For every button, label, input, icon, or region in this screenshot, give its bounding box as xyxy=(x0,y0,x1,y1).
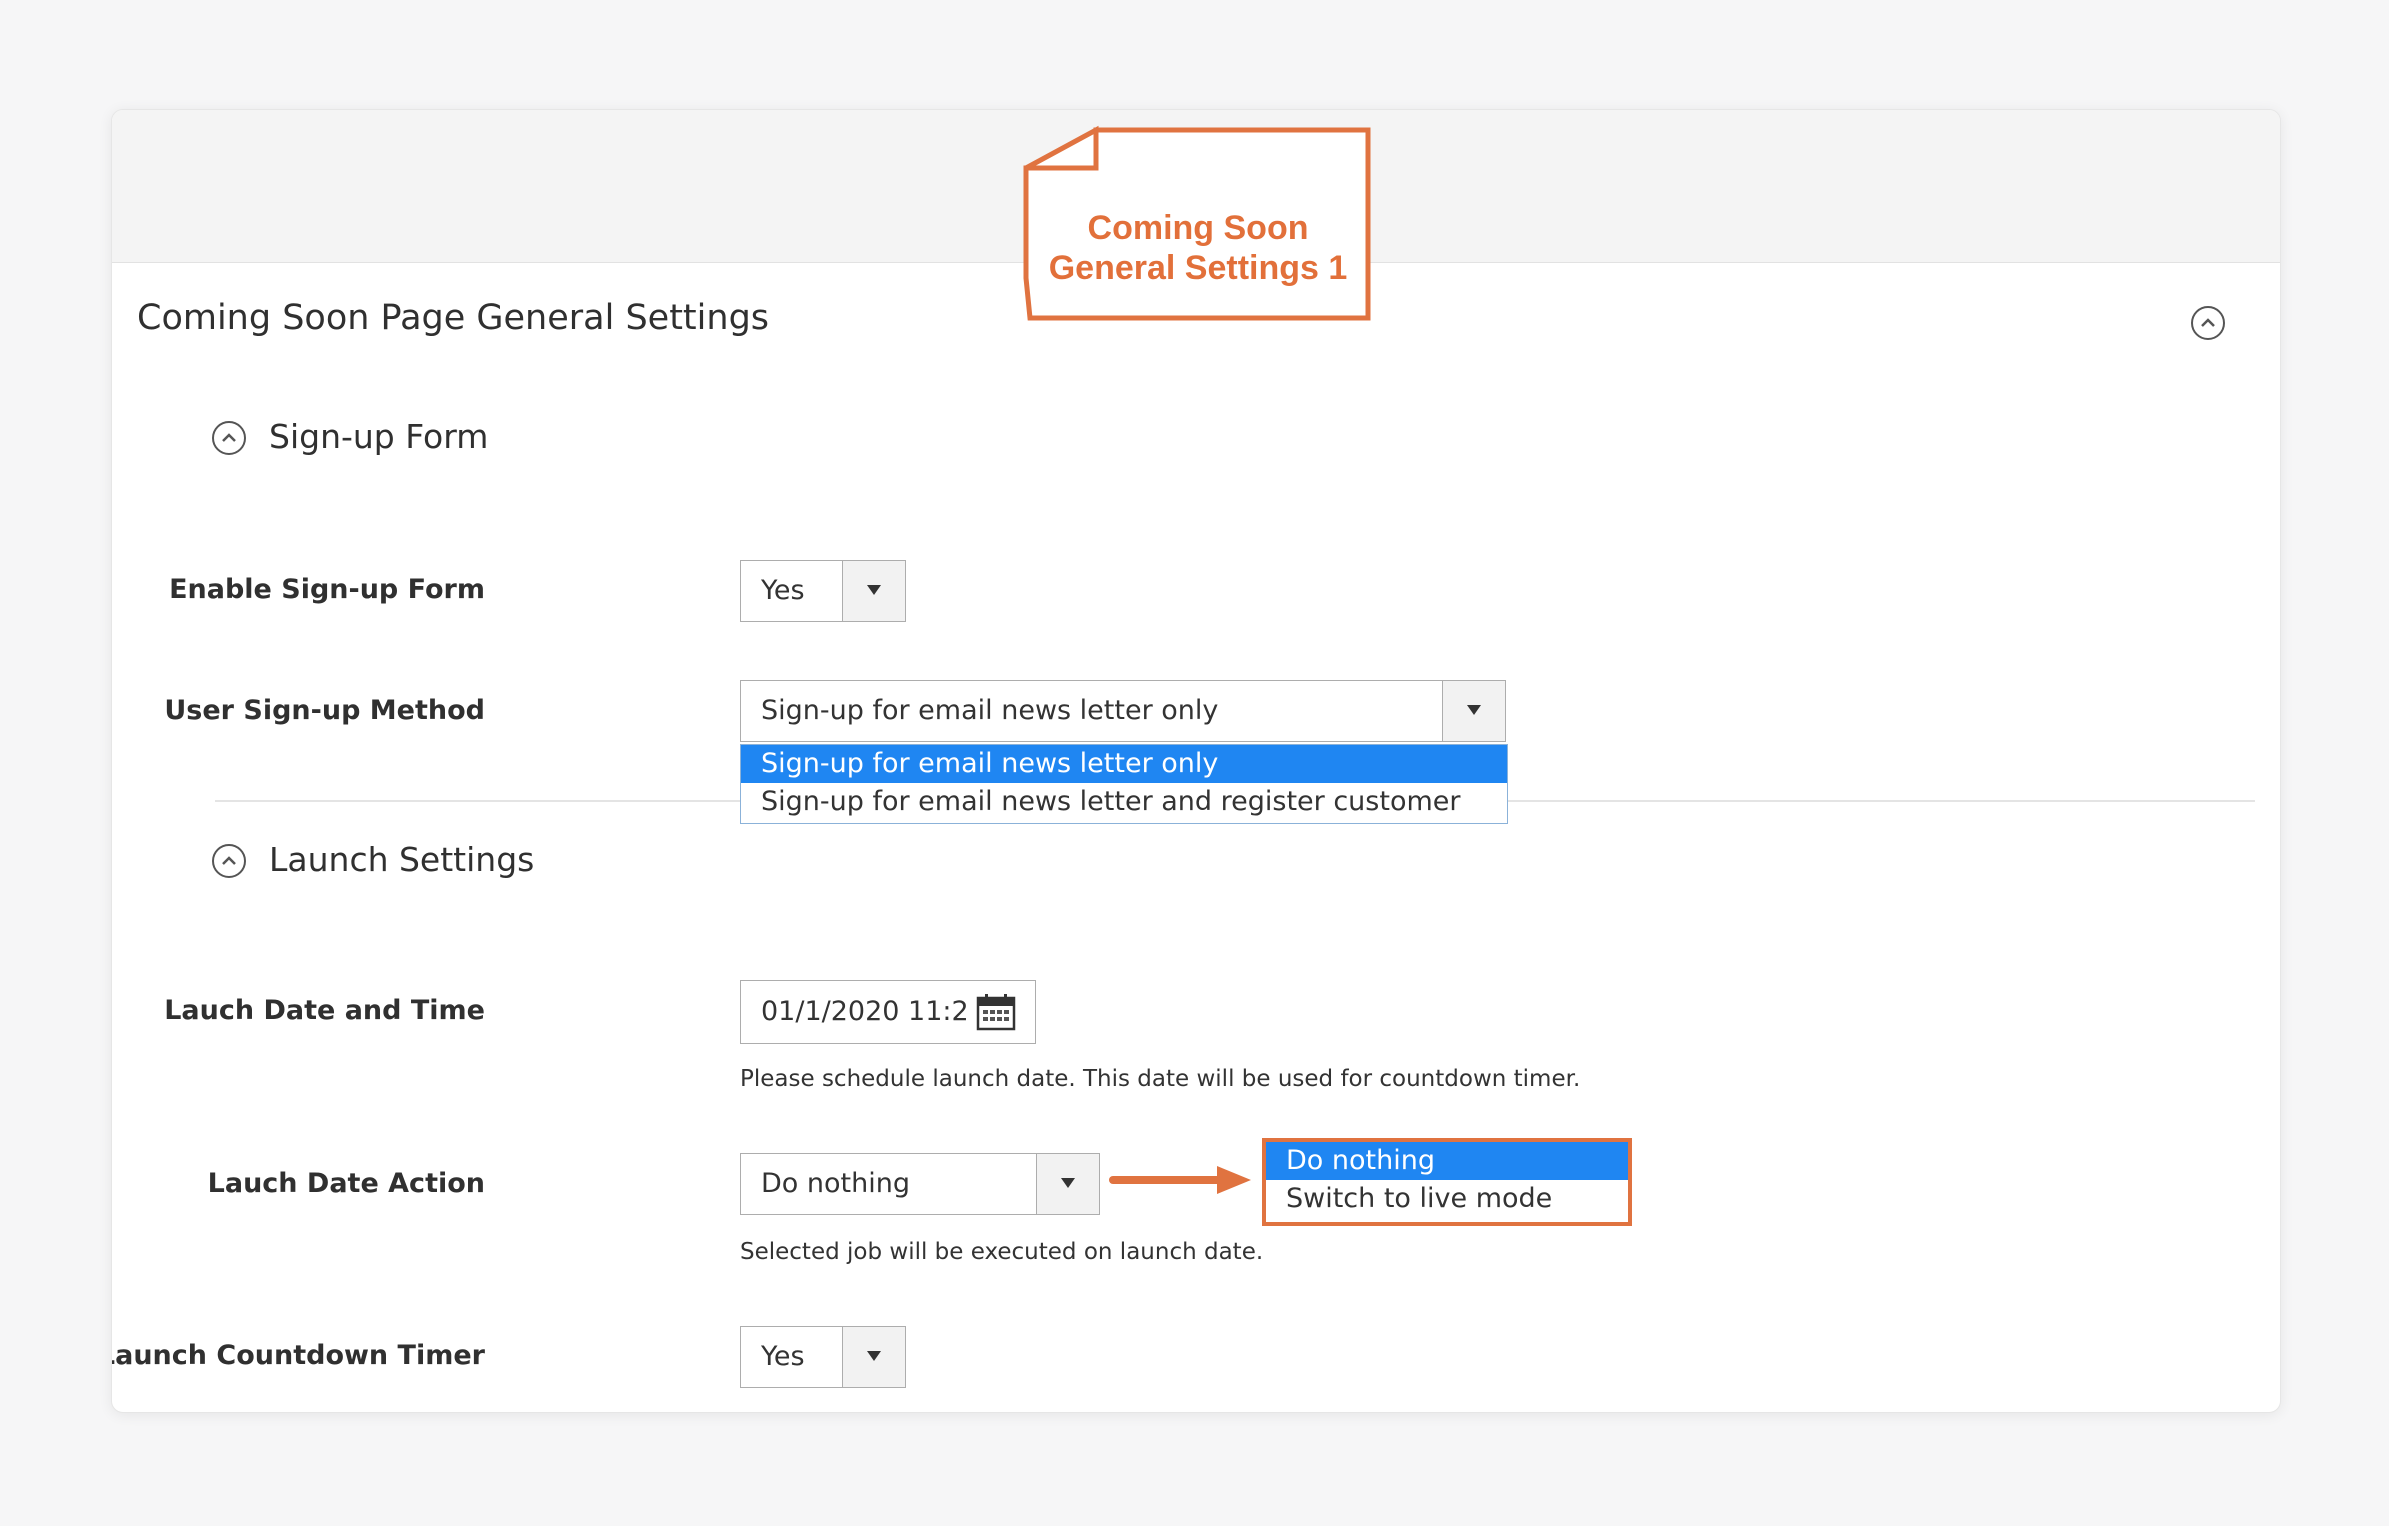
arrow-right-icon xyxy=(1109,1166,1251,1194)
section-title-launch: Launch Settings xyxy=(269,840,535,879)
chevron-up-circle-icon[interactable] xyxy=(212,421,246,455)
launch-action-hint: Selected job will be executed on launch … xyxy=(740,1239,1264,1265)
calendar-icon[interactable] xyxy=(976,993,1016,1031)
option-email-and-register[interactable]: Sign-up for email news letter and regist… xyxy=(741,783,1507,821)
signup-method-label: User Sign-up Method xyxy=(164,695,485,726)
option-do-nothing[interactable]: Do nothing xyxy=(1266,1142,1628,1180)
launch-action-options: Do nothing Switch to live mode xyxy=(1262,1138,1632,1226)
callout-line1: Coming Soon xyxy=(1087,209,1309,247)
chevron-up-circle-icon[interactable] xyxy=(2191,306,2225,340)
caret-down-icon[interactable] xyxy=(842,1327,905,1387)
callout-text: Coming Soon General Settings 1 xyxy=(1018,208,1378,288)
select-value: Yes xyxy=(761,1341,805,1372)
callout-line2: General Settings 1 xyxy=(1048,249,1348,287)
chevron-up-circle-icon[interactable] xyxy=(212,844,246,878)
date-value: 01/1/2020 11:25 xyxy=(761,996,966,1027)
option-email-only[interactable]: Sign-up for email news letter only xyxy=(741,745,1507,783)
settings-panel: Coming Soon General Settings 1 Coming So… xyxy=(111,109,2281,1413)
option-switch-live[interactable]: Switch to live mode xyxy=(1266,1180,1628,1218)
signup-method-options: Sign-up for email news letter only Sign-… xyxy=(740,744,1508,824)
caret-down-icon[interactable] xyxy=(842,561,905,621)
countdown-timer-label: Show Launch Countdown Timer xyxy=(112,1340,485,1371)
section-title-signup: Sign-up Form xyxy=(269,417,489,456)
signup-method-select[interactable]: Sign-up for email news letter only xyxy=(740,680,1506,742)
enable-signup-select[interactable]: Yes xyxy=(740,560,906,622)
page-title: Coming Soon Page General Settings xyxy=(137,298,770,338)
launch-action-label: Lauch Date Action xyxy=(207,1168,485,1199)
select-value: Do nothing xyxy=(761,1168,910,1199)
launch-date-hint: Please schedule launch date. This date w… xyxy=(740,1066,1581,1092)
launch-date-label: Lauch Date and Time xyxy=(164,995,485,1026)
countdown-timer-select[interactable]: Yes xyxy=(740,1326,906,1388)
enable-signup-label: Enable Sign-up Form xyxy=(169,574,485,605)
caret-down-icon[interactable] xyxy=(1036,1154,1099,1214)
caret-down-icon[interactable] xyxy=(1442,681,1505,741)
select-value: Sign-up for email news letter only xyxy=(761,695,1219,726)
launch-date-input[interactable]: 01/1/2020 11:25 xyxy=(740,980,1036,1044)
select-value: Yes xyxy=(761,575,805,606)
callout-note: Coming Soon General Settings 1 xyxy=(1018,124,1378,324)
launch-action-select[interactable]: Do nothing xyxy=(740,1153,1100,1215)
